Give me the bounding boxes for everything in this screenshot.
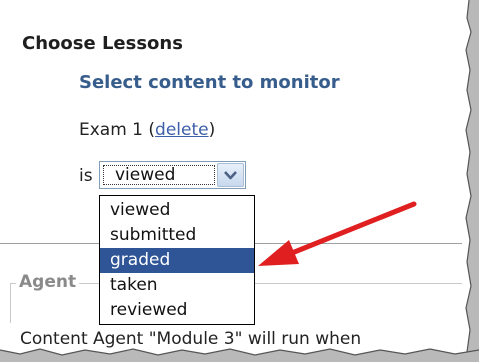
close-paren: ) — [208, 120, 216, 140]
status-select[interactable]: viewed — [99, 161, 246, 189]
status-dropdown-list[interactable]: viewed submitted graded taken reviewed — [99, 195, 255, 325]
operator-label: is — [79, 166, 93, 186]
dropdown-option-submitted[interactable]: submitted — [100, 223, 254, 248]
dropdown-option-taken[interactable]: taken — [100, 273, 254, 298]
red-arrow-icon — [258, 201, 417, 266]
torn-edge-bottom — [0, 348, 479, 362]
dropdown-option-viewed[interactable]: viewed — [100, 198, 254, 223]
delete-link[interactable]: delete — [155, 120, 209, 140]
rule-name: Exam 1 — [79, 120, 143, 140]
dropdown-option-graded[interactable]: graded — [100, 248, 254, 273]
subtitle: Select content to monitor — [79, 72, 340, 93]
dropdown-arrow-button[interactable] — [217, 163, 244, 187]
chevron-down-icon — [224, 171, 237, 180]
status-select-value[interactable]: viewed — [103, 165, 215, 185]
rule-line: Exam 1 (delete) — [79, 120, 215, 140]
agent-legend: Agent — [16, 272, 80, 292]
agent-fieldset-left-border — [10, 283, 11, 323]
section-title: Choose Lessons — [22, 33, 183, 54]
dropdown-option-reviewed[interactable]: reviewed — [100, 298, 254, 323]
screenshot-frame: Choose Lessons Select content to monitor… — [0, 0, 479, 362]
torn-edge-right — [462, 0, 479, 362]
open-paren: ( — [143, 120, 156, 140]
